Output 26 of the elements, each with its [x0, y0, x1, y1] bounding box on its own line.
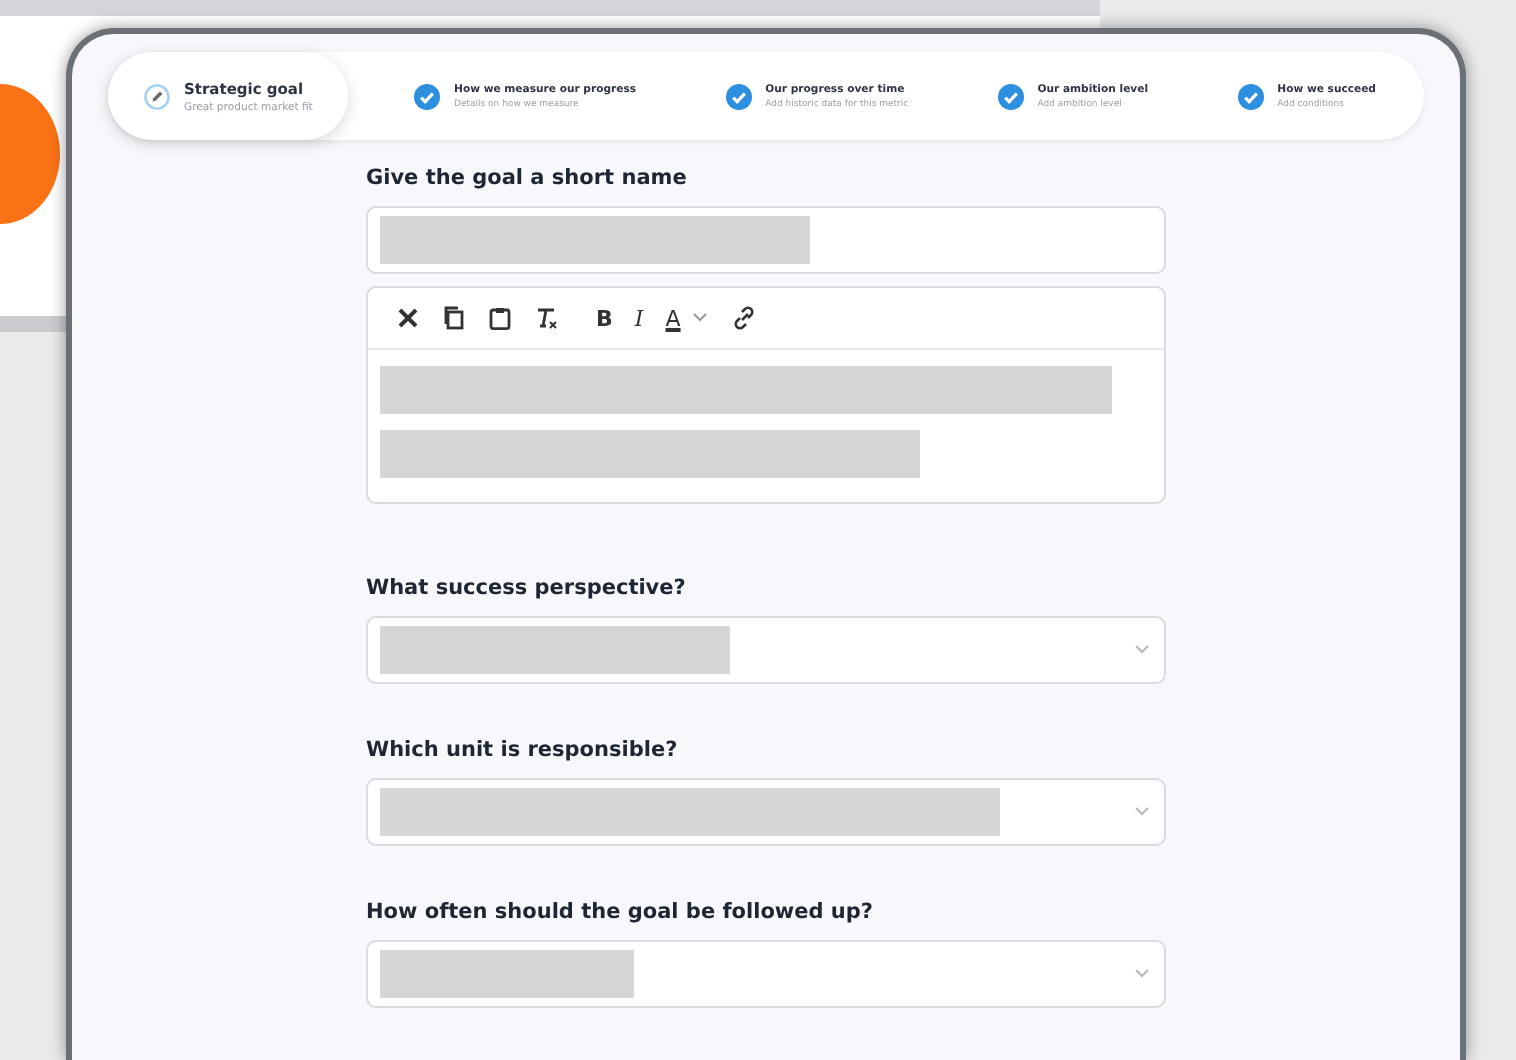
italic-button[interactable]: I — [634, 305, 644, 331]
check-circle-icon — [1237, 83, 1264, 109]
link-icon[interactable] — [732, 306, 757, 330]
rich-text-editor[interactable]: B I A — [366, 286, 1166, 504]
dropdown-field[interactable] — [366, 940, 1166, 1008]
copy-icon[interactable] — [442, 306, 466, 330]
dropdown-field[interactable] — [366, 616, 1166, 684]
chevron-down-icon — [1132, 968, 1152, 980]
scissors-icon[interactable] — [396, 306, 420, 330]
name-input[interactable] — [366, 206, 1166, 274]
check-circle-icon — [414, 83, 441, 109]
field-label: Give the goal a short name — [366, 166, 689, 190]
field-label: What success perspective? — [366, 576, 688, 600]
clipboard-icon[interactable] — [488, 306, 512, 330]
pencil-icon — [144, 83, 170, 109]
chevron-down-icon — [1132, 644, 1152, 656]
chevron-down-icon — [1132, 806, 1152, 818]
check-circle-icon — [997, 83, 1024, 109]
bold-button[interactable]: B — [596, 305, 613, 331]
dropdown-field[interactable] — [366, 778, 1166, 846]
field-label: Which unit is responsible? — [366, 738, 680, 762]
text-color-button[interactable]: A — [665, 305, 681, 331]
clear-format-icon[interactable] — [534, 306, 558, 330]
chevron-down-icon[interactable] — [690, 312, 711, 324]
check-circle-icon — [725, 83, 752, 109]
field-label: How often should the goal be followed up? — [366, 900, 875, 924]
